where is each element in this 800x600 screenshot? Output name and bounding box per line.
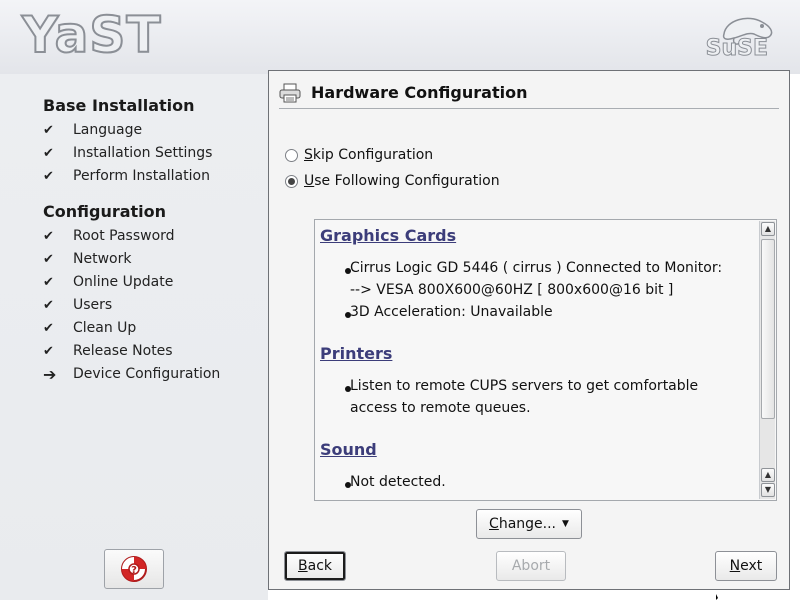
sidebar-item-label: Clean Up [73,320,137,336]
scroll-down-icon[interactable]: ▼ [761,483,775,497]
help-button[interactable]: ? [104,549,164,589]
back-button[interactable]: Back [284,551,346,581]
sidebar-item-label: Release Notes [73,343,173,359]
mouse-cursor-icon [716,594,718,600]
checkmark-icon: ✔ [43,145,54,161]
button-mnemonic: B [298,558,308,574]
list-item: Cirrus Logic GD 5446 ( cirrus ) Connecte… [350,260,723,276]
button-label: Abort [511,558,551,574]
radio-unchecked-icon [285,148,298,162]
button-mnemonic: C [489,516,499,532]
arrow-right-icon: ➔ [43,364,57,384]
graphics-cards-link[interactable]: Graphics Cards [320,226,456,245]
use-following-configuration-radio[interactable]: Use Following Configuration [285,171,500,191]
sidebar-item-users: ✔ Users [43,295,263,315]
suse-logo-text: SuSE [705,36,768,62]
radio-label: se Following Configuration [314,173,500,189]
list-item-continuation: access to remote queues. [350,400,531,416]
lifebuoy-icon: ? [121,556,147,582]
printers-link[interactable]: Printers [320,344,392,363]
sidebar-item-label: Root Password [73,228,175,244]
button-mnemonic: N [729,558,741,574]
next-button[interactable]: Next [715,551,777,581]
list-item-continuation: --> VESA 800X600@60HZ [ 800x600@16 bit ] [350,282,674,298]
radio-label: kip Configuration [312,147,434,163]
abort-button[interactable]: Abort [496,551,566,581]
sidebar-item-label: Device Configuration [73,366,221,382]
sidebar-section-title: Configuration [43,202,167,221]
checkmark-icon: ✔ [43,228,54,244]
main-panel: Hardware Configuration Skip Configuratio… [268,70,790,590]
button-label: ext [740,558,763,574]
sidebar-item-label: Users [73,297,113,313]
list-item: Listen to remote CUPS servers to get com… [350,378,699,394]
checkmark-icon: ✔ [43,274,54,290]
sidebar-item-label: Online Update [73,274,174,290]
checkmark-icon: ✔ [43,122,54,138]
sidebar-item-perform-installation: ✔ Perform Installation [43,166,263,186]
sidebar-item-online-update: ✔ Online Update [43,272,263,292]
sidebar-item-root-password: ✔ Root Password [43,226,263,246]
panel-header: Hardware Configuration [279,77,779,109]
radio-mnemonic: S [304,147,313,163]
button-label: ack [307,558,332,574]
radio-checked-icon [285,174,298,188]
vertical-scrollbar[interactable]: ▲ ▲ ▼ [759,221,775,499]
sidebar-item-clean-up: ✔ Clean Up [43,318,263,338]
scrollbar-thumb[interactable] [761,239,775,419]
checkmark-icon: ✔ [43,251,54,267]
checkmark-icon: ✔ [43,320,54,336]
change-button[interactable]: Change... ▼ [476,509,582,539]
sidebar-section-title: Base Installation [43,96,195,115]
sidebar-item-label: Perform Installation [73,168,210,184]
list-item: 3D Acceleration: Unavailable [350,304,553,320]
sidebar-item-network: ✔ Network [43,249,263,269]
yast-logo: YaST [21,5,162,65]
scroll-up-icon[interactable]: ▲ [761,222,775,236]
scroll-up-icon[interactable]: ▲ [761,468,775,482]
configuration-summary-box[interactable]: Graphics Cards Cirrus Logic GD 5446 ( ci… [314,219,777,501]
sidebar-item-device-configuration: ➔ Device Configuration [43,364,263,384]
page-title: Hardware Configuration [311,83,528,102]
checkmark-icon: ✔ [43,297,54,313]
sidebar-item-label: Network [73,251,132,267]
sidebar-item-installation-settings: ✔ Installation Settings [43,143,263,163]
skip-configuration-radio[interactable]: Skip Configuration [285,145,433,165]
radio-mnemonic: U [304,173,315,189]
checkmark-icon: ✔ [43,168,54,184]
sound-link[interactable]: Sound [320,440,377,459]
sidebar-item-label: Installation Settings [73,145,213,161]
sidebar-item-label: Language [73,122,143,138]
sidebar-item-language: ✔ Language [43,120,263,140]
dropdown-arrow-icon: ▼ [562,519,569,529]
printer-icon [279,83,301,102]
button-label: hange... [498,516,557,532]
svg-text:?: ? [131,565,137,576]
sidebar-item-release-notes: ✔ Release Notes [43,341,263,361]
list-item: Not detected. [350,474,446,490]
top-banner: YaST SuSE [0,0,800,74]
checkmark-icon: ✔ [43,343,54,359]
